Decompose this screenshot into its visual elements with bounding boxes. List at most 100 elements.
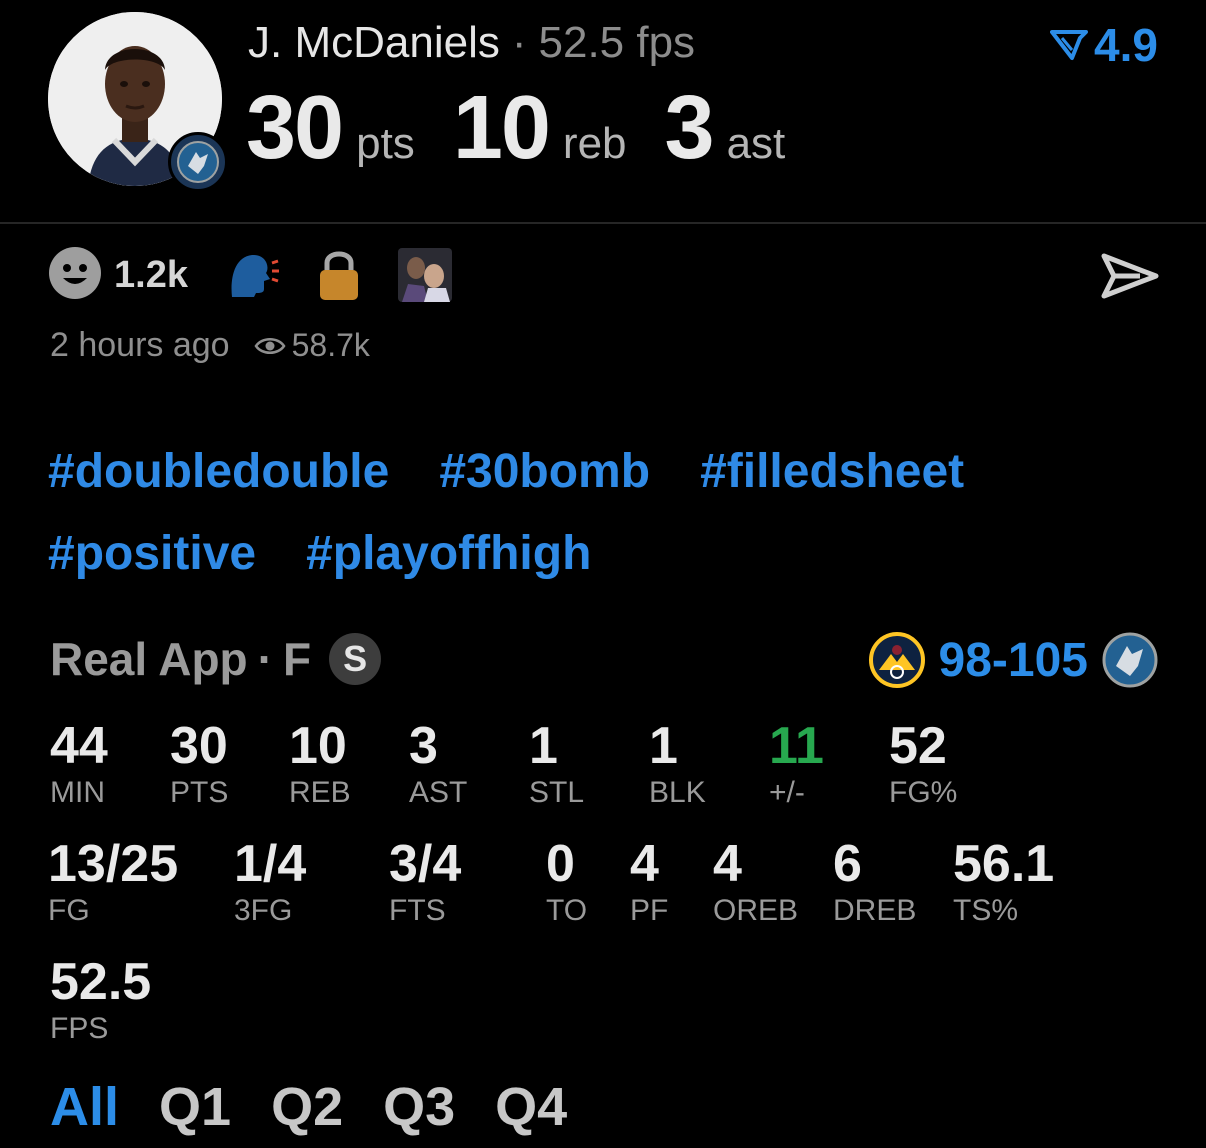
stat-label: FG (48, 894, 90, 927)
stat-fts: 3/4 FTS (389, 836, 461, 928)
stat-value: 10 (289, 717, 347, 775)
game-score[interactable]: 98-105 (868, 632, 1158, 688)
speaking-head-icon[interactable] (226, 249, 280, 301)
stat-fps: 52.5 FPS (50, 954, 151, 1046)
hashtag-positive[interactable]: #positive (48, 526, 256, 581)
stat-min: 44 MIN (50, 718, 108, 810)
tab-q2[interactable]: Q2 (271, 1076, 343, 1138)
stat-to: 0 TO (546, 836, 587, 928)
hashtags: #doubledouble #30bomb #filledsheet #posi… (48, 430, 1168, 594)
stat-label: TO (546, 894, 588, 927)
stat-label: PTS (170, 776, 229, 809)
stat-label: FPS (50, 1012, 109, 1045)
headline-points-unit: pts (356, 119, 415, 168)
stat-label: DREB (833, 894, 917, 927)
stat-label: +/- (769, 776, 805, 809)
stat-value: 11 (769, 717, 824, 775)
tab-q3[interactable]: Q3 (383, 1076, 455, 1138)
tab-q4[interactable]: Q4 (495, 1076, 567, 1138)
stat-value: 1 (649, 717, 678, 775)
headline-points-value: 30 (246, 78, 344, 178)
stat-reb: 10 REB (289, 718, 351, 810)
hashtag-doubledouble[interactable]: #doubledouble (48, 444, 389, 499)
hashtag-playoffhigh[interactable]: #playoffhigh (306, 526, 591, 581)
stat-label: REB (289, 776, 351, 809)
stat-pf: 4 PF (630, 836, 668, 928)
stat-value: 52.5 (50, 953, 152, 1011)
stat-dreb: 6 DREB (833, 836, 916, 928)
stat-value: 56.1 (953, 835, 1055, 893)
quarter-tabs: All Q1 Q2 Q3 Q4 (50, 1076, 607, 1138)
stat-pts: 30 PTS (170, 718, 228, 810)
tab-q1[interactable]: Q1 (159, 1076, 231, 1138)
stat-value: 4 (713, 835, 742, 893)
stat-value: 4 (630, 835, 659, 893)
stat-value: 3 (409, 717, 438, 775)
stat-fg-pct: 52 FG% (889, 718, 957, 810)
stat-value: 44 (50, 717, 108, 775)
rating-value: 4.9 (1094, 19, 1158, 71)
headline-stats: 30 pts 10 reb 3 ast (246, 80, 823, 176)
rating-chevron-icon (1050, 30, 1089, 60)
eye-icon (254, 337, 286, 354)
player-header: J. McDaniels · 52.5 fps 30 pts 10 reb 3 as… (0, 0, 1206, 222)
view-count-value: 58.7k (291, 327, 370, 363)
stat-label: STL (529, 776, 585, 809)
tab-all[interactable]: All (50, 1076, 119, 1138)
reaction-thumbnail[interactable] (397, 248, 452, 302)
game-separator: · (257, 633, 273, 685)
stat-label: FTS (389, 894, 446, 927)
hashtag-row: #positive #playoffhigh (48, 512, 1168, 594)
game-status: F (282, 633, 312, 685)
player-fps: 52.5 fps (538, 18, 696, 67)
stat-label: TS% (953, 894, 1019, 927)
rating-badge[interactable]: 4.9 (1050, 18, 1158, 72)
view-count: 58.7k (254, 327, 370, 364)
stat-value: 1 (529, 717, 558, 775)
headline-rebounds-unit: reb (562, 119, 627, 168)
name-separator: · (511, 18, 527, 67)
hashtag-filledsheet[interactable]: #filledsheet (700, 444, 964, 499)
reaction-count[interactable]: 1.2k (114, 254, 188, 297)
stat-oreb: 4 OREB (713, 836, 798, 928)
stat-value: 13/25 (48, 835, 179, 893)
s-badge[interactable]: S (329, 633, 382, 685)
header-divider (0, 222, 1206, 224)
stat-ast: 3 AST (409, 718, 467, 810)
stat-value: 1/4 (234, 835, 307, 893)
stat-fg: 13/25 FG (48, 836, 178, 928)
nuggets-logo-icon (868, 632, 925, 688)
stat-value: 3/4 (389, 835, 462, 893)
reactions-bar: 1.2k (48, 246, 490, 305)
player-name[interactable]: J. McDaniels (248, 18, 500, 67)
stat-label: OREB (713, 894, 799, 927)
stat-plus-minus: 11 +/- (769, 718, 824, 810)
stat-value: 30 (170, 717, 228, 775)
headline-assists-unit: ast (726, 119, 786, 168)
lock-icon[interactable] (318, 248, 360, 302)
post-meta: 2 hours ago 58.7k (50, 326, 370, 365)
source-label: Real App (50, 633, 248, 685)
hashtag-30bomb[interactable]: #30bomb (439, 444, 650, 499)
stat-label: BLK (649, 776, 706, 809)
stat-label: AST (409, 776, 468, 809)
stat-value: 0 (546, 835, 575, 893)
timberwolves-logo-icon (168, 132, 228, 192)
stat-ts-pct: 56.1 TS% (953, 836, 1054, 928)
player-avatar[interactable] (48, 12, 228, 192)
headline-rebounds-value: 10 (452, 78, 551, 178)
post-time: 2 hours ago (50, 326, 230, 364)
stat-stl: 1 STL (529, 718, 584, 810)
stat-value: 52 (889, 717, 947, 775)
stat-label: PF (630, 894, 669, 927)
hashtag-row: #doubledouble #30bomb #filledsheet (48, 430, 1168, 512)
stat-3fg: 1/4 3FG (234, 836, 306, 928)
headline-assists-value: 3 (664, 78, 715, 178)
share-icon[interactable] (1100, 252, 1160, 300)
smiley-icon[interactable] (48, 246, 102, 305)
player-name-line: J. McDaniels · 52.5 fps (248, 18, 695, 68)
stat-label: MIN (50, 776, 105, 809)
stat-label: FG% (889, 776, 958, 809)
game-info: Real App · F S (50, 632, 382, 686)
stat-label: 3FG (234, 894, 293, 927)
